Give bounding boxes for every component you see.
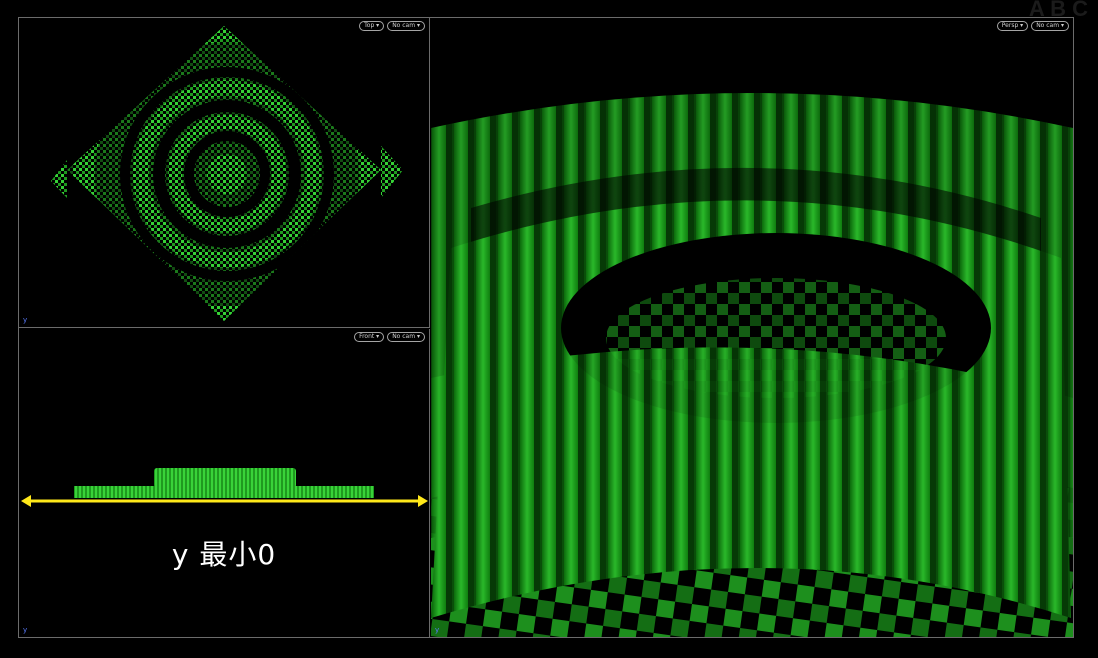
axis-indicator: y [23,626,28,634]
perspective-render [431,93,1073,637]
axis-indicator: y [23,316,28,324]
top-view-render [51,26,403,321]
viewport-front-controls: Front ▾ No cam ▾ [354,332,425,342]
view-menu-button[interactable]: Front ▾ [354,332,385,342]
viewport-top[interactable]: Top ▾ No cam ▾ y [19,18,430,328]
view-menu-button[interactable]: Top ▾ [359,21,385,31]
view-menu-button[interactable]: Persp ▾ [996,21,1029,31]
annotation-caption: y 最小0 [171,538,277,571]
base-slab [74,486,374,498]
viewport-top-controls: Top ▾ No cam ▾ [359,21,425,31]
viewport-front[interactable]: Front ▾ No cam ▾ y 最小0 y [19,329,430,637]
viewport-perspective[interactable]: Persp ▾ No cam ▾ y [431,18,1073,637]
axis-indicator: y [435,626,440,634]
center-bump [154,468,296,488]
camera-menu-button[interactable]: No cam ▾ [1031,21,1069,31]
front-view-render [21,468,428,507]
left-wing [51,160,67,198]
viewport-persp-controls: Persp ▾ No cam ▾ [996,21,1069,31]
top-diamond-outline [67,26,381,321]
camera-menu-button[interactable]: No cam ▾ [387,332,425,342]
right-wing [381,146,403,198]
camera-menu-button[interactable]: No cam ▾ [387,21,425,31]
